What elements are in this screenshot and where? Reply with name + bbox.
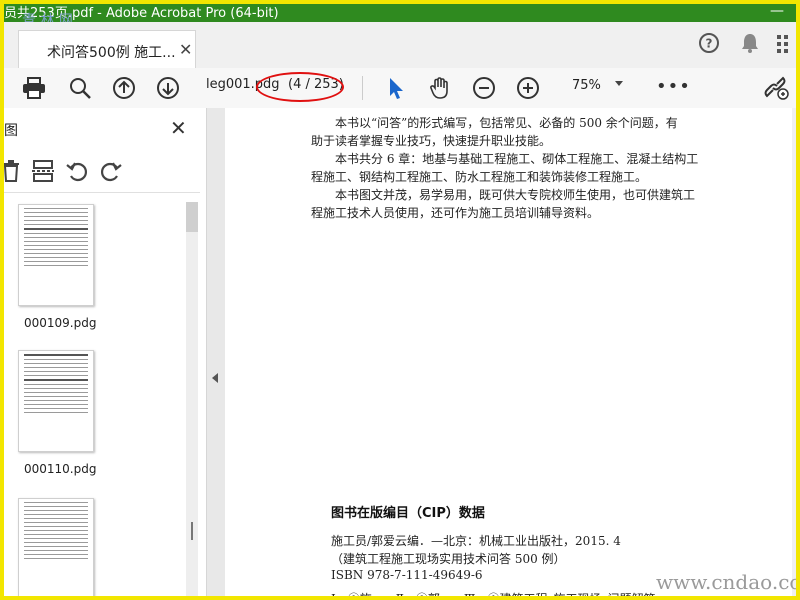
screenshot-frame — [0, 0, 800, 600]
